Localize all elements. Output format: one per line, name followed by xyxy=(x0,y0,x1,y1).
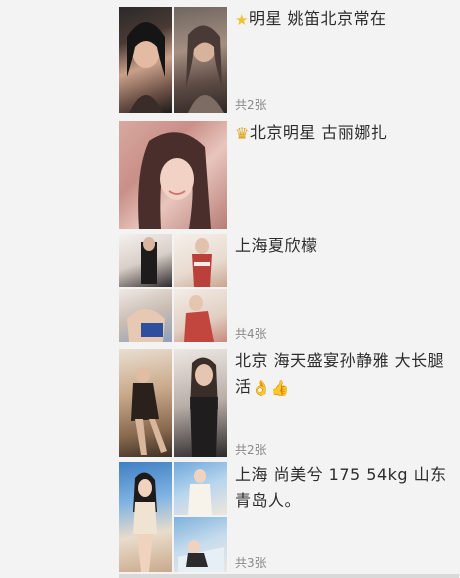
next-post-edge xyxy=(119,574,459,578)
moments-feed: ★明星 姚笛北京常在 共2张 ♛北京明星 古丽娜扎 上海夏欣檬 共4张 北京 海… xyxy=(0,0,460,578)
photo-thumbnail[interactable] xyxy=(174,289,227,342)
photo-count: 共4张 xyxy=(235,327,267,341)
portrait-illustration xyxy=(133,472,157,572)
post-caption: ♛北京明星 古丽娜扎 xyxy=(235,120,450,147)
photo-thumbnail[interactable] xyxy=(119,462,172,572)
portrait-illustration xyxy=(141,237,157,284)
photo-thumbnail[interactable] xyxy=(174,349,227,457)
portrait-illustration xyxy=(190,357,218,457)
post-caption: 上海 尚美兮 175 54kg 山东青岛人。 xyxy=(235,462,450,514)
portrait-illustration xyxy=(186,25,224,113)
photo-count: 共2张 xyxy=(235,98,267,112)
ok-hand-thumbs-up-emoji-icon: 👌👍 xyxy=(251,379,290,397)
photo-thumbnail[interactable] xyxy=(174,462,227,515)
post-caption: ★明星 姚笛北京常在 xyxy=(235,6,450,33)
portrait-illustration xyxy=(127,309,165,342)
photo-thumbnail[interactable] xyxy=(119,7,172,113)
photo-count: 共2张 xyxy=(235,443,267,457)
feed-post-2: ♛北京明星 古丽娜扎 xyxy=(0,116,460,230)
photo-grid-3 xyxy=(119,234,227,342)
photo-count: 共3张 xyxy=(235,556,267,570)
post-caption: 上海夏欣檬 xyxy=(235,233,450,259)
photo-thumbnail[interactable] xyxy=(174,7,227,113)
caption-text: 北京明星 古丽娜扎 xyxy=(249,123,388,142)
portrait-illustration xyxy=(178,540,224,572)
caption-text: 明星 姚笛北京常在 xyxy=(248,9,387,28)
photo-thumbnail[interactable] xyxy=(119,289,172,342)
post-caption: 北京 海天盛宴孙静雅 大长腿 活👌👍 xyxy=(235,348,450,401)
photo-grid-4 xyxy=(119,349,227,457)
portrait-illustration xyxy=(138,132,211,229)
portrait-illustration xyxy=(127,22,165,113)
photo-thumbnail[interactable] xyxy=(119,121,227,229)
photo-grid-5 xyxy=(119,462,227,572)
feed-post-4: 北京 海天盛宴孙静雅 大长腿 活👌👍 共2张 xyxy=(0,346,460,462)
feed-post-1: ★明星 姚笛北京常在 共2张 xyxy=(0,0,460,116)
portrait-illustration xyxy=(184,295,214,342)
caption-text: 上海夏欣檬 xyxy=(235,236,318,255)
photo-grid-2 xyxy=(119,121,227,229)
caption-text: 上海 尚美兮 175 54kg 山东青岛人。 xyxy=(235,465,447,510)
photo-thumbnail[interactable] xyxy=(119,234,172,287)
portrait-illustration xyxy=(131,367,167,455)
feed-post-5: 上海 尚美兮 175 54kg 山东青岛人。 共3张 xyxy=(0,462,460,578)
photo-thumbnail[interactable] xyxy=(119,349,172,457)
crown-emoji-icon: ♛ xyxy=(235,124,250,143)
photo-thumbnail[interactable] xyxy=(174,517,227,572)
star-emoji-icon: ★ xyxy=(235,11,249,29)
portrait-illustration xyxy=(192,238,212,287)
photo-thumbnail[interactable] xyxy=(174,234,227,287)
feed-post-3: 上海夏欣檬 共4张 xyxy=(0,230,460,346)
photo-grid-1 xyxy=(119,7,227,113)
portrait-illustration xyxy=(188,469,212,515)
